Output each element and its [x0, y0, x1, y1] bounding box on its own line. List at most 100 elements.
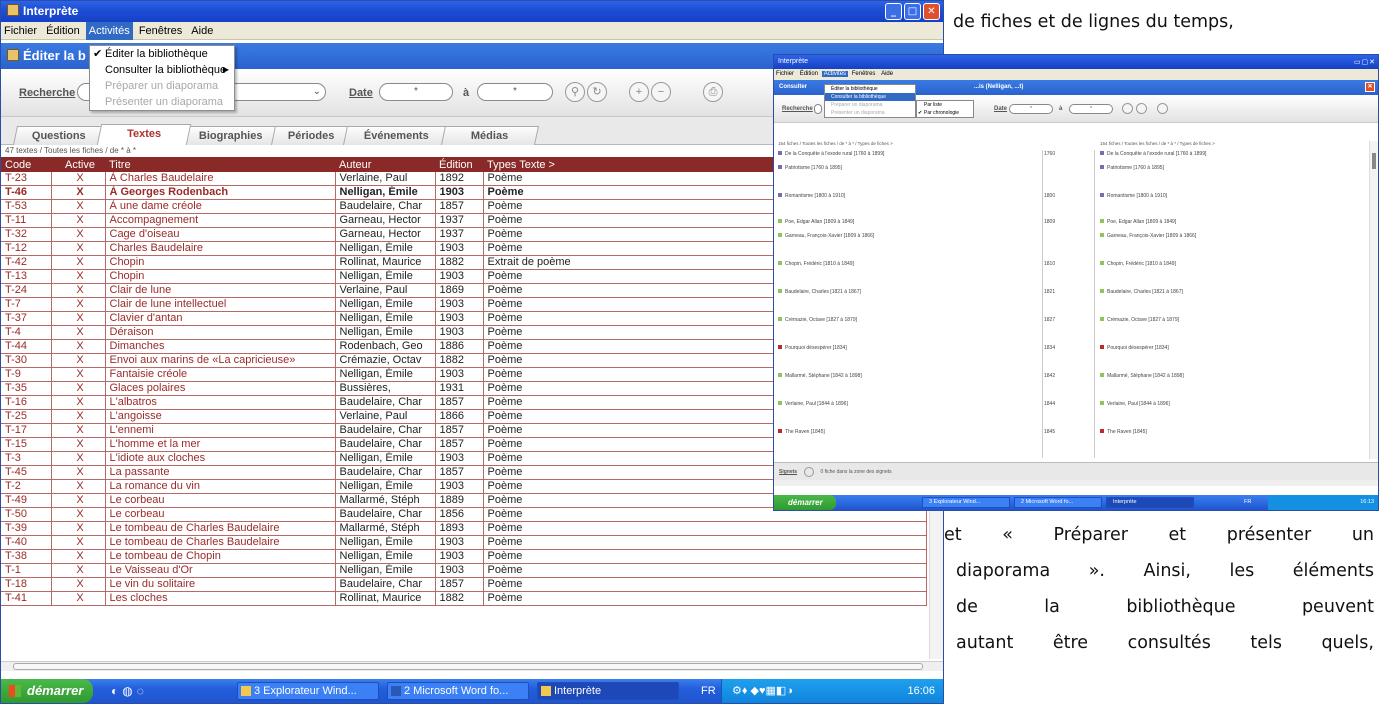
menu2-edition[interactable]: Édition [798, 71, 820, 77]
close-icon[interactable]: ✕ [1365, 82, 1375, 92]
submenu-par-liste[interactable]: Par liste [917, 101, 973, 109]
add-icon[interactable]: + [629, 82, 649, 102]
chronology-item[interactable]: De la Conquête à l'exode rural [1760 à 1… [1100, 151, 1206, 157]
taskbar2-interprete[interactable]: Interprète [1106, 497, 1194, 508]
menu-activites[interactable]: Activités [85, 22, 133, 40]
print-icon[interactable]: ⎙ [703, 82, 723, 102]
menu2-item-editer[interactable]: Éditer la bibliothèque [825, 85, 915, 93]
date-from-input-2[interactable]: * [1009, 104, 1053, 114]
taskbar-word[interactable]: 2 Microsoft Word fo... [387, 682, 529, 700]
col-header-auteur[interactable]: Auteur [335, 157, 435, 172]
quick-launch-icons[interactable]: ◐◍◌ [111, 684, 148, 698]
menu2-item-consulter[interactable]: Consulter la bibliothèque [825, 93, 915, 101]
chronology-item[interactable]: De la Conquête à l'exode rural [1760 à 1… [778, 151, 884, 157]
table-row[interactable]: T-38 X Le tombeau de Chopin Nelligan, Émile… [1, 549, 927, 565]
menu2-aide[interactable]: Aide [879, 71, 895, 77]
cell-edition: 1903 [435, 451, 484, 467]
tab-evenements[interactable]: Événements [342, 126, 450, 145]
menu2-item-presenter[interactable]: Présenter un diaporama [825, 109, 915, 117]
chronology-item[interactable]: Pourquoi désespérer [1834] [778, 345, 847, 351]
menu-item-consulter[interactable]: Consulter la bibliothèque ▶ [90, 62, 234, 78]
search-icon[interactable]: ⚲ [565, 82, 585, 102]
chronology-item[interactable]: Patriotisme [1760 à 1895] [1100, 165, 1164, 171]
search-icon[interactable] [1122, 103, 1133, 114]
menu-item-presenter[interactable]: Présenter un diaporama [90, 94, 234, 110]
tab-periodes[interactable]: Périodes [270, 126, 352, 145]
menu2-activites[interactable]: Activités [821, 71, 849, 77]
chronology-item[interactable]: Mallarmé, Stéphane [1842 à 1898] [778, 373, 862, 379]
taskbar2-explorer[interactable]: 3 Explorateur Wind... [922, 497, 1010, 508]
start-button[interactable]: démarrer [1, 679, 93, 703]
window-buttons-2[interactable]: ▭▢✕ [1354, 56, 1376, 70]
remove-icon[interactable]: − [651, 82, 671, 102]
chronology-item[interactable]: Verlaine, Paul [1844 à 1896] [778, 401, 848, 407]
date-to-input[interactable]: * [477, 83, 553, 101]
submenu-par-chronologie[interactable]: ✔ Par chronologie [917, 109, 973, 117]
chronology-item[interactable]: Poe, Edgar Allan [1809 à 1849] [1100, 219, 1176, 225]
vertical-scrollbar-2[interactable] [1369, 141, 1378, 459]
start-button-2[interactable]: démarrer [774, 495, 836, 510]
horizontal-scrollbar-2[interactable] [774, 480, 1378, 486]
minimize-button[interactable]: _ [885, 3, 902, 20]
tray-icons[interactable]: ⚙♦ ◆♥▦◧◑ [732, 685, 793, 697]
table-row[interactable]: T-39 X Le tombeau de Charles Baudelaire Mal… [1, 521, 927, 537]
language-indicator[interactable]: FR [701, 679, 716, 703]
taskbar2-word[interactable]: 2 Microsoft Word fo... [1014, 497, 1102, 508]
menu2-fenetres[interactable]: Fenêtres [850, 71, 878, 77]
taskbar-interprete[interactable]: Interprète [537, 682, 679, 700]
print-icon[interactable] [1157, 103, 1168, 114]
chronology-item[interactable]: Baudelaire, Charles [1821 à 1867] [1100, 289, 1183, 295]
chronology-item[interactable]: Romantisme [1800 à 1910] [778, 193, 845, 199]
col-header-edition[interactable]: Édition [435, 157, 483, 172]
chronology-item[interactable]: Garneau, François-Xavier [1809 à 1866] [778, 233, 874, 239]
menu-fichier[interactable]: Fichier [1, 22, 40, 40]
chronology-item[interactable]: Crémazie, Octave [1827 à 1879] [778, 317, 857, 323]
table-row[interactable]: T-18 X Le vin du solitaire Baudelaire, Char… [1, 577, 927, 593]
chronology-item[interactable]: Verlaine, Paul [1844 à 1896] [1100, 401, 1170, 407]
menu-fenetres[interactable]: Fenêtres [136, 22, 185, 40]
refresh-icon[interactable]: ↻ [587, 82, 607, 102]
chronology-item[interactable]: Romantisme [1800 à 1910] [1100, 193, 1167, 199]
close-button[interactable]: ✕ [923, 3, 940, 20]
chronology-item[interactable]: Pourquoi désespérer [1834] [1100, 345, 1169, 351]
item-label: Pourquoi désespérer [1834] [1107, 345, 1169, 351]
chronology-item[interactable]: Poe, Edgar Allan [1809 à 1849] [778, 219, 854, 225]
col-header-titre[interactable]: Titre [105, 157, 335, 172]
menu-item-preparer[interactable]: Préparer un diaporama [90, 78, 234, 94]
search-input-2[interactable] [814, 104, 822, 114]
horizontal-scrollbar[interactable] [1, 661, 943, 671]
table-row[interactable]: T-40 X Le tombeau de Charles Baudelaire Nel… [1, 535, 927, 551]
col-header-code[interactable]: Code [1, 157, 51, 172]
menu2-item-preparer[interactable]: Préparer un diaporama [825, 101, 915, 109]
chronology-item[interactable]: Baudelaire, Charles [1821 à 1867] [778, 289, 861, 295]
scroll-thumb[interactable] [13, 663, 923, 670]
date-to-input-2[interactable]: * [1069, 104, 1113, 114]
chronology-item[interactable]: Chopin, Frédéric [1810 à 1849] [778, 261, 854, 267]
chronology-item[interactable]: The Raven [1845] [778, 429, 825, 435]
cell-active: X [51, 549, 106, 565]
tab-questions[interactable]: Questions [12, 126, 106, 145]
table-row[interactable]: T-1 X Le Vaisseau d'Or Nelligan, Émile 1903 P… [1, 563, 927, 579]
col-header-active[interactable]: Active [51, 157, 105, 172]
language-indicator-2[interactable]: FR [1244, 495, 1251, 510]
tab-textes[interactable]: Textes [96, 124, 192, 145]
tab-biographies[interactable]: Biographies [182, 126, 280, 145]
date-from-input[interactable]: * [379, 83, 453, 101]
maximize-button[interactable]: □ [904, 3, 921, 20]
menu-item-editer[interactable]: ✔ Éditer la bibliothèque [90, 46, 234, 62]
chronology-item[interactable]: Crémazie, Octave [1827 à 1879] [1100, 317, 1179, 323]
tab-medias[interactable]: Médias [440, 126, 540, 145]
chronology-item[interactable]: Patriotisme [1760 à 1895] [778, 165, 842, 171]
chronology-item[interactable]: The Raven [1845] [1100, 429, 1147, 435]
refresh-icon[interactable] [1136, 103, 1147, 114]
scroll-thumb-2[interactable] [1372, 153, 1376, 169]
menu-edition[interactable]: Édition [43, 22, 83, 40]
menu-aide[interactable]: Aide [188, 22, 216, 40]
table-row[interactable]: T-41 X Les cloches Rollinat, Maurice 1882 Poè… [1, 591, 927, 607]
menu2-fichier[interactable]: Fichier [774, 71, 796, 77]
bookmark-icon[interactable] [804, 466, 815, 477]
taskbar-explorer[interactable]: 3 Explorateur Wind... [237, 682, 379, 700]
chronology-item[interactable]: Mallarmé, Stéphane [1842 à 1898] [1100, 373, 1184, 379]
chronology-item[interactable]: Garneau, François-Xavier [1809 à 1866] [1100, 233, 1196, 239]
chronology-item[interactable]: Chopin, Frédéric [1810 à 1849] [1100, 261, 1176, 267]
